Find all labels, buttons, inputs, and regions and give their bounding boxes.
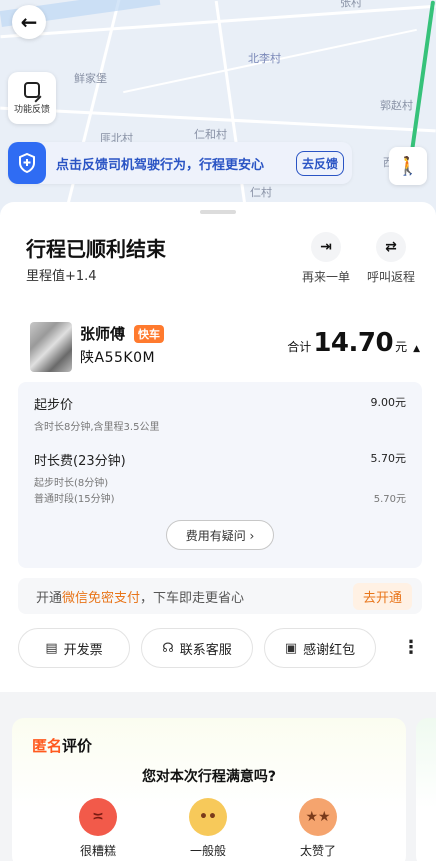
duration-fee-amount: 5.70元: [370, 452, 407, 465]
safety-feedback-banner[interactable]: 点击反馈司机驾驶行为，行程更安心 去反馈: [8, 142, 352, 184]
rating-option-great[interactable]: ★★ 太赞了: [288, 798, 348, 859]
collapse-caret-icon: ▲: [413, 344, 420, 354]
fare-total[interactable]: 合计 14.70 元 ▲: [287, 328, 420, 358]
red-packet-icon: ▣: [284, 640, 298, 656]
wechat-pay-promo: 开通微信免密支付，下车即走更省心 去开通: [18, 578, 422, 614]
base-fare-label: 起步价: [34, 398, 74, 413]
customer-service-button[interactable]: ☊ 联系客服: [141, 628, 253, 668]
map-place-label: 仁和村: [194, 128, 227, 141]
star-eyes-face-icon: ★★: [299, 798, 337, 836]
fee-question-button[interactable]: 费用有疑问 ›: [166, 520, 274, 550]
map-place-label: 仁村: [250, 186, 272, 199]
headset-icon: ☊: [162, 640, 174, 656]
total-unit: 元: [395, 340, 408, 354]
neutral-face-icon: ••: [189, 798, 227, 836]
enable-wechat-pay-button[interactable]: 去开通: [352, 582, 412, 610]
driver-name: 张师傅: [80, 325, 126, 343]
return-trip-label: 呼叫返程: [366, 270, 415, 284]
walking-mode-button[interactable]: 🚶: [389, 147, 427, 185]
reorder-action[interactable]: ⇥ 再来一单: [298, 232, 354, 285]
map-route-line: [408, 0, 436, 160]
wechat-highlight: 微信免密支付: [62, 590, 141, 606]
thanks-red-packet-button[interactable]: ▣ 感谢红包: [264, 628, 376, 668]
rating-option-bad[interactable]: ≍ 很糟糕: [68, 798, 128, 859]
safety-banner-text: 点击反馈司机驾驶行为，行程更安心: [56, 157, 265, 173]
invoice-button[interactable]: ▤ 开发票: [18, 628, 130, 668]
wechat-prefix: 开通: [36, 590, 63, 606]
return-trip-action[interactable]: ⇄ 呼叫返程: [363, 232, 419, 285]
edit-icon: [24, 81, 40, 98]
angry-face-icon: ≍: [79, 798, 117, 836]
arrow-redo-icon: ⇥: [311, 232, 341, 262]
more-options-icon[interactable]: ⋮: [402, 638, 420, 658]
trip-status-title: 行程已顺利结束: [26, 237, 166, 261]
walking-person-icon: 🚶: [396, 155, 420, 177]
duration-sub2-amount: 5.70元: [373, 494, 406, 505]
feature-feedback-button[interactable]: 功能反馈: [8, 72, 56, 124]
next-card-peek: [416, 718, 436, 861]
fee-breakdown: 起步价 9.00元 含时长8分钟,含里程3.5公里 时长费(23分钟) 5.70…: [18, 382, 422, 568]
map-place-label: 北李村: [248, 52, 281, 65]
map-place-label: 鲜家堡: [74, 72, 107, 85]
service-type-badge: 快车: [134, 325, 164, 343]
duration-sub2-row: 普通时段(15分钟) 5.70元: [34, 490, 406, 505]
go-feedback-button[interactable]: 去反馈: [295, 150, 344, 176]
rating-question: 您对本次行程满意吗?: [141, 769, 277, 785]
duration-fee-row: 时长费(23分钟) 5.70元: [34, 450, 406, 469]
base-fare-note-row: 含时长8分钟,含里程3.5公里: [34, 418, 406, 433]
anon-title-part1: 匿名: [32, 737, 63, 755]
license-plate: 陕A55K0M: [80, 350, 156, 366]
invoice-icon: ▤: [45, 640, 58, 656]
anonymous-rating-title: 匿名评价: [32, 735, 92, 756]
total-amount: 14.70: [313, 328, 394, 358]
reorder-label: 再来一单: [301, 270, 350, 284]
wechat-pay-text: 开通微信免密支付，下车即走更省心: [36, 587, 353, 606]
feature-feedback-label: 功能反馈: [13, 104, 50, 115]
thanks-red-packet-label: 感谢红包: [303, 642, 356, 658]
rating-option-label: 一般般: [189, 844, 226, 858]
back-button[interactable]: ←: [12, 5, 46, 39]
total-label: 合计: [287, 340, 312, 354]
wechat-suffix: ，下车即走更省心: [140, 590, 245, 606]
customer-service-label: 联系客服: [179, 642, 232, 658]
driver-avatar: [30, 322, 72, 372]
map-view[interactable]: 张村 北李村 鲜家堡 郭赵村 匪北村 仁和村 仁村 西 ← 功能反馈 点击反馈司…: [0, 0, 436, 215]
trip-sheet: 行程已顺利结束 里程值+1.4 ⇥ 再来一单 ⇄ 呼叫返程 张师傅 快车 陕A5…: [0, 202, 436, 692]
rating-option-label: 很糟糕: [79, 844, 116, 858]
map-place-label: 郭赵村: [380, 99, 413, 112]
invoice-label: 开发票: [63, 642, 103, 658]
arrow-left-icon: ←: [20, 10, 38, 34]
rating-option-average[interactable]: •• 一般般: [178, 798, 238, 859]
driver-info: 张师傅 快车 陕A55K0M 合计 14.70 元 ▲: [26, 320, 422, 376]
base-fare-amount: 9.00元: [370, 396, 407, 409]
anon-title-part2: 评价: [62, 737, 93, 755]
duration-sub1-row: 起步时长(8分钟): [34, 474, 406, 489]
base-fare-row: 起步价 9.00元: [34, 394, 406, 413]
sheet-handle[interactable]: [200, 210, 236, 214]
mileage-points: 里程值+1.4: [26, 269, 97, 284]
duration-fee-label: 时长费(23分钟): [34, 454, 126, 469]
base-fare-note: 含时长8分钟,含里程3.5公里: [34, 422, 160, 433]
rating-card: 匿名评价 您对本次行程满意吗? ≍ 很糟糕 •• 一般般 ★★ 太赞了: [12, 718, 406, 861]
duration-sub1-label: 起步时长(8分钟): [34, 478, 109, 489]
return-trip-icon: ⇄: [376, 232, 406, 262]
shield-icon: [8, 142, 46, 184]
duration-sub2-label: 普通时段(15分钟): [34, 494, 115, 505]
rating-option-label: 太赞了: [299, 844, 336, 858]
map-place-label: 张村: [340, 0, 362, 9]
